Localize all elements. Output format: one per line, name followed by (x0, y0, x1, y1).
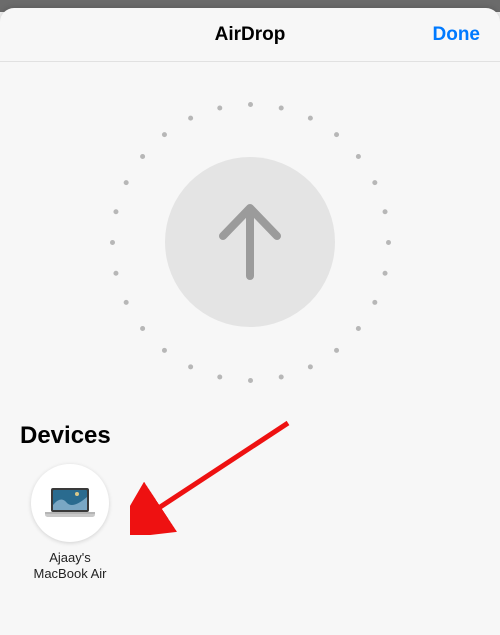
radar-dot (278, 374, 283, 379)
radar-dot (110, 240, 115, 245)
radar-dot (161, 347, 166, 352)
radar-dot (248, 378, 253, 383)
radar-dot (307, 115, 312, 120)
radar-dot (113, 270, 118, 275)
radar-dot (123, 299, 128, 304)
airdrop-radar (0, 62, 500, 422)
device-label: Ajaay's MacBook Air (34, 550, 107, 583)
radar-dot (248, 102, 253, 107)
page-title: AirDrop (215, 24, 286, 46)
done-button[interactable]: Done (433, 8, 481, 61)
airdrop-sheet: AirDrop Done Devices (0, 8, 500, 635)
radar-dot (355, 153, 360, 158)
radar-dot (372, 180, 377, 185)
radar-dot (188, 115, 193, 120)
devices-section: Devices Ajaay's MacBook Air (0, 422, 500, 583)
radar-dot (113, 209, 118, 214)
radar-dot (217, 374, 222, 379)
radar-dot (123, 180, 128, 185)
radar-dot (140, 326, 145, 331)
radar-dot (140, 153, 145, 158)
radar-dot (386, 240, 391, 245)
radar-dot (382, 209, 387, 214)
device-item[interactable]: Ajaay's MacBook Air (20, 464, 120, 583)
radar-dot (307, 364, 312, 369)
radar-dot (217, 105, 222, 110)
sheet-header: AirDrop Done (0, 8, 500, 62)
laptop-icon (43, 485, 97, 521)
arrow-up-icon (217, 202, 283, 282)
radar-dot (382, 270, 387, 275)
radar-dot (334, 132, 339, 137)
radar-dot (278, 105, 283, 110)
radar-inner-circle (165, 157, 335, 327)
radar-dot (188, 364, 193, 369)
radar-dot (161, 132, 166, 137)
device-avatar (31, 464, 109, 542)
devices-heading: Devices (20, 422, 480, 450)
radar-dot (355, 326, 360, 331)
radar-dot (372, 299, 377, 304)
radar-dot (334, 347, 339, 352)
